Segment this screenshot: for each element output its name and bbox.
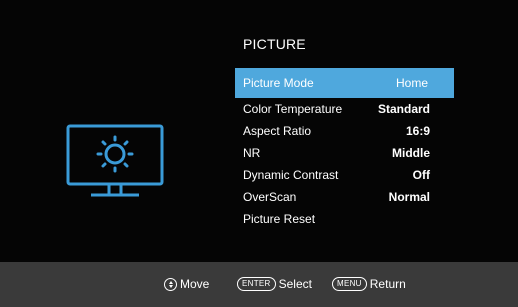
menu-item-label: Color Temperature [243,102,343,116]
menu-item-value: Home [395,76,428,90]
menu-item-label: Picture Reset [243,212,316,226]
menu-item-label: Picture Mode [243,76,314,90]
select-hint: ENTER Select [237,276,312,292]
menu-item-label: Dynamic Contrast [243,168,339,182]
return-hint: MENU Return [332,276,406,292]
move-hint-label: Move [180,277,210,291]
menu-item-value: 16:9 [405,124,430,138]
menu-item-picture-reset[interactable]: Picture Reset [235,208,454,230]
menu-item-label: OverScan [243,190,297,204]
menu-item-nr[interactable]: NR Middle [235,142,454,164]
menu-item-label: Aspect Ratio [243,124,312,138]
menu-item-value: Middle [392,146,430,160]
enter-key-icon: ENTER [237,277,276,291]
menu-item-aspect-ratio[interactable]: Aspect Ratio 16:9 [235,120,454,142]
up-down-navigation-icon [164,277,177,291]
monitor-brightness-icon [66,124,164,197]
picture-settings-panel: PICTURE Picture Mode Home Color Temperat… [0,0,518,262]
picture-menu-list: Picture Mode Home Color Temperature Stan… [235,68,454,230]
menu-item-color-temperature[interactable]: Color Temperature Standard [235,98,454,120]
move-hint: Move [164,276,209,292]
return-hint-label: Return [369,277,406,291]
menu-item-label: NR [243,146,261,160]
menu-item-value: Standard [377,102,430,116]
button-hint-bar: Move ENTER Select MENU Return [0,262,518,307]
menu-item-overscan[interactable]: OverScan Normal [235,186,454,208]
menu-key-icon: MENU [332,277,367,291]
menu-item-dynamic-contrast[interactable]: Dynamic Contrast Off [235,164,454,186]
menu-item-value: Off [412,168,430,182]
tv-menu-screen: PICTURE Picture Mode Home Color Temperat… [0,0,518,307]
menu-title: PICTURE [243,36,306,52]
menu-item-picture-mode[interactable]: Picture Mode Home [235,68,454,98]
menu-item-value: Normal [388,190,430,204]
select-hint-label: Select [278,277,312,291]
